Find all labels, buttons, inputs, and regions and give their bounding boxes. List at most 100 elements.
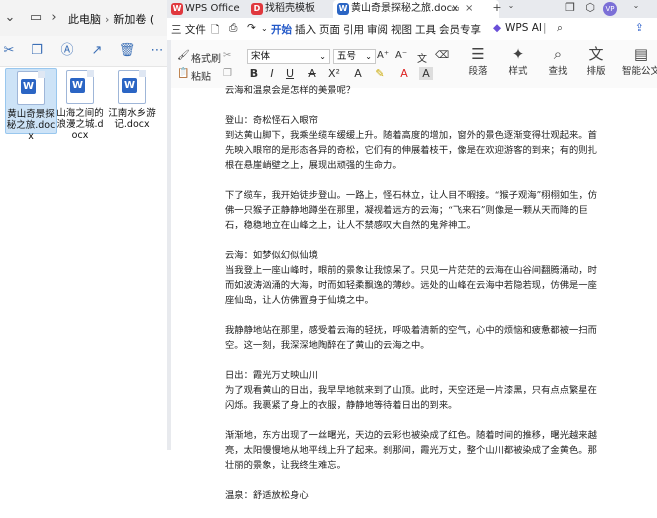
doc-paragraph: 云海和温泉会是怎样的美景呢？ (225, 85, 356, 96)
new-tab-icon[interactable]: + (490, 1, 504, 14)
grow-font-icon[interactable]: A⁺ (377, 50, 389, 61)
shrink-font-icon[interactable]: A⁻ (395, 50, 407, 61)
search-icon: ⌕ (553, 45, 563, 63)
paste-icon[interactable]: 📋 (177, 68, 189, 79)
layout-button[interactable]: 文排版 (581, 45, 611, 78)
delete-icon[interactable]: 🗑 (118, 42, 136, 60)
font-family-select[interactable]: 宋体 ⌄ (247, 49, 330, 64)
menu-tools[interactable]: 工具 (415, 22, 436, 37)
doc-paragraph: 下了缆车，我开始徒步登山。一路上，怪石林立，让人目不暇接。“猴子观海”栩栩如生，… (225, 190, 598, 231)
explorer-toolbar: ✂ ❐ Ⓐ ↗ 🗑 ⋯ (0, 36, 167, 67)
doc-paragraph: 登山：奇松怪石入眼帘 到达黄山脚下，我乘坐缆车缓缓上升。随着高度的增加，窗外的景… (225, 115, 597, 171)
strikethrough-icon[interactable]: A (305, 67, 319, 80)
upload-cloud-icon[interactable]: ⇪ (635, 22, 644, 34)
tab-template[interactable]: D 找稻壳模板 (247, 0, 345, 18)
close-icon[interactable]: × (465, 0, 473, 18)
explorer-nav-bar: ⌄ ▭ › 此电脑 › 新加卷 ( (0, 0, 167, 36)
cut-icon[interactable]: ✂ (0, 42, 18, 60)
find-label: 查找 (548, 66, 568, 77)
menu-bar: 三 文件 🗋 ⎙ ↷ ⌄ 开始 插入 页面 引用 审阅 视图 工具 会员专享 ◆… (167, 18, 657, 41)
word-document-icon: W (17, 71, 45, 105)
file-item[interactable]: W 江南水乡游记.docx (107, 68, 157, 130)
expand-icon[interactable]: ⌄ (2, 10, 18, 26)
chevron-right-icon[interactable]: › (46, 10, 62, 26)
smart-document-icon: ▤ (633, 45, 649, 63)
tab-bar: W WPS Office D 找稻壳模板 W 黄山奇景探秘之旅.docx ▭ ×… (167, 0, 657, 18)
font-size-select[interactable]: 五号 ⌄ (333, 49, 376, 64)
document-page[interactable]: 云海和温泉会是怎样的美景呢？ 登山：奇松怪石入眼帘 到达黄山脚下，我乘坐缆车缓缓… (225, 83, 605, 518)
tab-label: 黄山奇景探秘之旅.docx (351, 3, 459, 14)
copy-icon[interactable]: ❐ (28, 42, 46, 60)
breadcrumb-item-this-pc[interactable]: 此电脑 (68, 13, 101, 26)
find-button[interactable]: ⌕ 查找 (543, 45, 573, 78)
save-icon[interactable]: 🗋 (211, 22, 219, 40)
font-family-value: 宋体 (251, 51, 271, 62)
chevron-down-icon[interactable]: ⌄ (504, 1, 518, 10)
writer-doc-icon: W (337, 3, 349, 15)
highlight-icon[interactable]: ✎ (373, 67, 387, 80)
italic-icon[interactable]: I (265, 67, 279, 80)
rename-icon[interactable]: Ⓐ (58, 42, 76, 60)
search-icon[interactable]: ⌕ (557, 22, 563, 35)
file-name: 黄山奇景探秘之旅.docx (6, 109, 56, 142)
text-effect-icon[interactable]: A (351, 67, 365, 80)
tab-label: 找稻壳模板 (265, 3, 315, 14)
styles-button[interactable]: ✦ 样式 (503, 45, 533, 78)
menu-file[interactable]: 三 文件 (171, 22, 206, 37)
menu-reference[interactable]: 引用 (343, 22, 364, 37)
daoke-logo-icon: D (251, 3, 263, 15)
copy-icon[interactable]: ❐ (223, 68, 232, 79)
underline-icon[interactable]: U (283, 67, 297, 80)
word-document-icon: W (66, 70, 94, 104)
phonetic-icon[interactable]: 文 (417, 50, 427, 65)
menu-wps-ai[interactable]: WPS AI (505, 22, 542, 34)
paragraph-icon: ☰ (471, 45, 485, 63)
restore-icon[interactable]: ▭ (451, 0, 460, 18)
doc-paragraph: 日出：霞光万丈映山川 为了观看黄山的日出，我早早地就来到了山顶。此时，天空还是一… (225, 370, 597, 411)
menu-insert[interactable]: 插入 (295, 22, 316, 37)
menu-page[interactable]: 页面 (319, 22, 340, 37)
document-area[interactable]: 云海和温泉会是怎样的美景呢？ 登山：奇松怪石入眼帘 到达黄山脚下，我乘坐缆车缓缓… (167, 85, 657, 501)
menu-member[interactable]: 会员专享 (439, 22, 481, 37)
wps-writer-window: W WPS Office D 找稻壳模板 W 黄山奇景探秘之旅.docx ▭ ×… (167, 0, 657, 501)
font-color-icon[interactable]: A (397, 67, 411, 80)
file-item[interactable]: W 黄山奇景探秘之旅.docx (5, 68, 57, 142)
paste-button[interactable]: 粘贴 (191, 68, 211, 83)
chevron-down-icon[interactable]: ⌄ (261, 24, 268, 33)
doc-paragraph: 渐渐地，东方出现了一丝曙光，天边的云彩也被染成了红色。随着时间的推移，曙光越来越… (225, 430, 597, 471)
cube-icon[interactable]: ⬡ (583, 1, 597, 14)
share-icon[interactable]: ↗ (88, 42, 106, 60)
menu-start[interactable]: 开始 (271, 22, 292, 37)
format-painter-icon[interactable]: 🖌 (177, 50, 190, 61)
clear-format-icon[interactable]: ⌫ (435, 50, 449, 61)
cut-icon[interactable]: ✂ (223, 50, 231, 61)
file-name: 江南水乡游记.docx (108, 108, 156, 130)
tab-document[interactable]: W 黄山奇景探秘之旅.docx ▭ × (333, 0, 499, 18)
char-shading-icon[interactable]: A (419, 67, 433, 80)
layout-icon: 文 (588, 45, 604, 63)
breadcrumb-item-volume[interactable]: 新加卷 ( (113, 13, 154, 26)
more-icon[interactable]: ⋯ (148, 42, 166, 60)
file-item[interactable]: W 山海之间的浪漫之城.docx (55, 68, 105, 141)
styles-icon: ✦ (511, 45, 525, 63)
format-painter-button[interactable]: 格式刷 (191, 50, 221, 65)
wps-logo-icon: W (171, 3, 183, 15)
doc-paragraph: 云海：如梦似幻似仙境 当我登上一座山峰时，眼前的景象让我惊呆了。只见一片茫茫的云… (225, 250, 597, 306)
window-switch-icon[interactable]: ❐ (563, 1, 577, 14)
superscript-icon[interactable]: X² (327, 67, 341, 80)
menu-view[interactable]: 视图 (391, 22, 412, 37)
menu-review[interactable]: 审阅 (367, 22, 388, 37)
wps-ai-icon: ◆ (493, 22, 502, 34)
styles-label: 样式 (508, 66, 528, 77)
font-size-value: 五号 (337, 51, 357, 62)
redo-icon[interactable]: ↷ (247, 22, 256, 34)
file-explorer-window: ⌄ ▭ › 此电脑 › 新加卷 ( ✂ ❐ Ⓐ ↗ 🗑 ⋯ W 黄山奇景探秘之旅.d… (0, 0, 167, 450)
smart-document-button[interactable]: ▤ 智能公文 (619, 45, 657, 78)
chevron-down-icon[interactable]: ⌄ (629, 1, 643, 10)
paragraph-button[interactable]: ☰ 段落 (463, 45, 493, 78)
layout-label: 排版 (586, 66, 606, 77)
doc-paragraph: 我静静地站在那里，感受着云海的轻抚，呼吸着清新的空气，心中的烦恼和疲惫都被一扫而… (225, 325, 597, 351)
print-icon[interactable]: ⎙ (229, 22, 237, 35)
bold-icon[interactable]: B (247, 67, 261, 80)
avatar[interactable]: VP (603, 2, 617, 16)
